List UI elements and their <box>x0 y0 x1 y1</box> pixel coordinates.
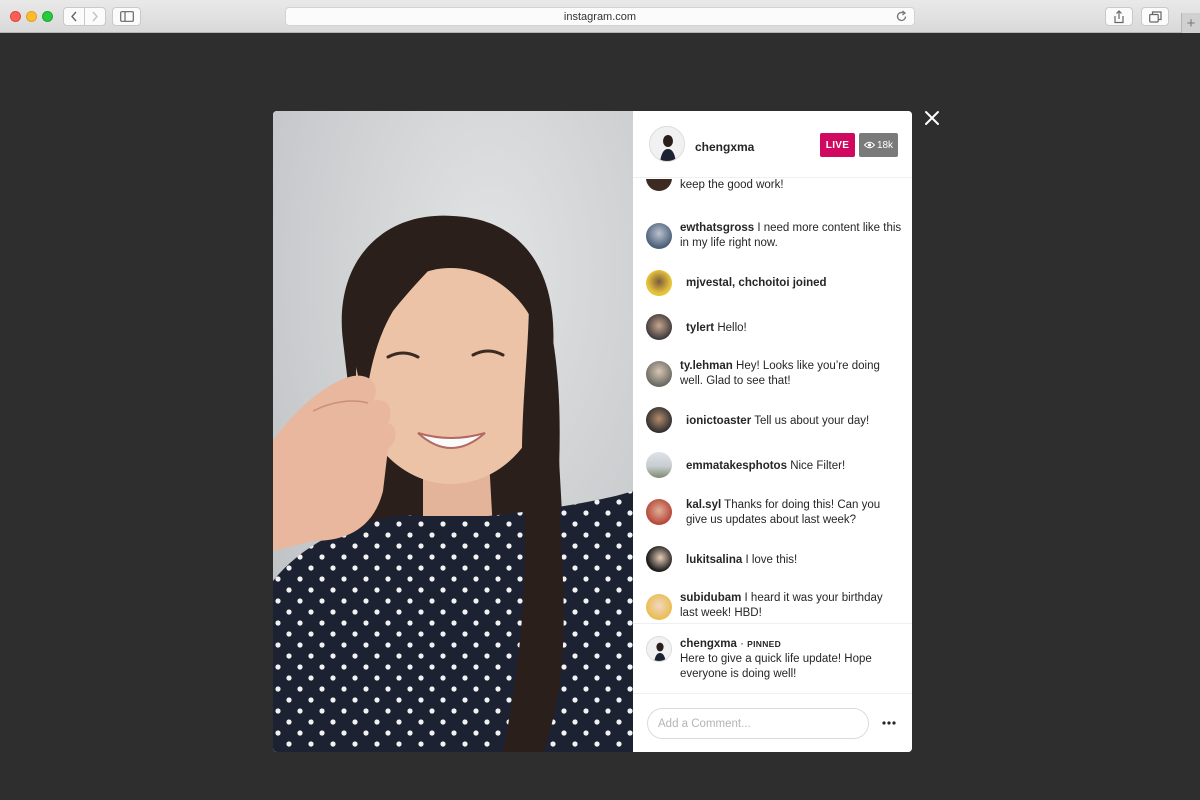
commenter-avatar[interactable] <box>646 546 672 572</box>
comment-text: keep the good work! <box>680 179 902 193</box>
pinned-label: PINNED <box>747 639 782 649</box>
commenter-avatar[interactable] <box>646 314 672 340</box>
minimize-window-button[interactable] <box>26 11 37 22</box>
live-video-stream[interactable] <box>273 111 633 752</box>
viewer-count-badge: 18k <box>859 133 898 157</box>
joined-users[interactable]: mjvestal, chchoitoi joined <box>686 277 827 289</box>
sidebar-icon <box>119 11 134 22</box>
pinned-text: chengxma · PINNED Here to give a quick l… <box>680 637 902 682</box>
comment-body: Hello! <box>717 322 747 334</box>
reload-icon[interactable] <box>895 10 908 23</box>
comment-body: Nice Filter! <box>790 460 846 472</box>
commenter-avatar[interactable] <box>646 407 672 433</box>
comment-body: keep the good work! <box>680 179 784 191</box>
commenter-avatar[interactable] <box>646 594 672 620</box>
host-username[interactable]: chengxma <box>695 140 754 154</box>
new-tab-button[interactable]: + <box>1181 13 1200 33</box>
comment-text: lukitsalina I love this! <box>686 553 908 568</box>
comment-text: kal.syl Thanks for doing this! Can you g… <box>686 498 902 528</box>
pinned-avatar-image <box>647 637 671 661</box>
comment-body: Tell us about your day! <box>754 415 870 427</box>
more-options-icon[interactable] <box>881 718 897 728</box>
comment-text: subidubam I heard it was your birthday l… <box>680 591 902 621</box>
comment-username[interactable]: tylert <box>686 322 714 334</box>
plus-icon: + <box>1186 14 1196 32</box>
tabs-icon <box>1148 10 1162 23</box>
comment-username[interactable]: subidubam <box>680 592 741 604</box>
close-window-button[interactable] <box>10 11 21 22</box>
commenter-avatar[interactable] <box>646 179 672 191</box>
comment-username[interactable]: lukitsalina <box>686 554 742 566</box>
back-button[interactable] <box>63 7 85 26</box>
comment-text: ionictoaster Tell us about your day! <box>686 414 908 429</box>
share-icon <box>1114 9 1124 23</box>
pinned-body: Here to give a quick life update! Hope e… <box>680 653 872 680</box>
forward-button[interactable] <box>84 7 106 26</box>
comment-username[interactable]: ionictoaster <box>686 415 751 427</box>
join-text: mjvestal, chchoitoi joined <box>686 276 908 291</box>
sidebar-toggle-button[interactable] <box>112 7 141 26</box>
pinned-username[interactable]: chengxma <box>680 638 737 650</box>
comment-text: emmatakesphotos Nice Filter! <box>686 459 908 474</box>
host-avatar[interactable] <box>649 126 685 162</box>
comment-username[interactable]: ty.lehman <box>680 360 733 372</box>
joiner-avatar[interactable] <box>646 270 672 296</box>
browser-toolbar: instagram.com + <box>0 0 1200 33</box>
comment-username[interactable]: ewthatsgross <box>680 222 754 234</box>
viewer-count: 18k <box>876 139 894 151</box>
zoom-window-button[interactable] <box>42 11 53 22</box>
share-button[interactable] <box>1105 7 1133 26</box>
comment-username[interactable]: emmatakesphotos <box>686 460 787 472</box>
pinned-comment: chengxma · PINNED Here to give a quick l… <box>633 623 912 694</box>
close-icon[interactable] <box>922 108 942 128</box>
chevron-left-icon <box>71 11 77 22</box>
comment-item: keep the good work! <box>633 179 912 199</box>
tab-overview-button[interactable] <box>1141 7 1169 26</box>
url-text: instagram.com <box>563 10 637 23</box>
comment-body: I love this! <box>745 554 798 566</box>
comment-text: ewthatsgross I need more content like th… <box>680 221 902 251</box>
eye-icon <box>863 141 875 149</box>
comment-input[interactable] <box>647 708 869 739</box>
broadcaster-video-frame <box>273 111 633 752</box>
live-video-modal: chengxma LIVE 18k keep the good work! ew… <box>273 111 912 752</box>
commenter-avatar[interactable] <box>646 361 672 387</box>
live-label: LIVE <box>825 139 850 151</box>
comment-list[interactable]: keep the good work! ewthatsgross I need … <box>633 179 912 622</box>
pinned-separator: · <box>740 638 744 650</box>
pinned-avatar[interactable] <box>646 636 672 662</box>
chevron-right-icon <box>92 11 98 22</box>
live-badge: LIVE <box>820 133 855 157</box>
comment-username[interactable]: kal.syl <box>686 499 721 511</box>
host-avatar-image <box>650 127 684 161</box>
comment-text: tylert Hello! <box>686 321 908 336</box>
commenter-avatar[interactable] <box>646 223 672 249</box>
commenter-avatar[interactable] <box>646 499 672 525</box>
commenter-avatar[interactable] <box>646 452 672 478</box>
address-bar[interactable]: instagram.com <box>285 7 915 26</box>
comment-text: ty.lehman Hey! Looks like you’re doing w… <box>680 359 902 389</box>
live-header: chengxma LIVE 18k <box>633 111 912 178</box>
live-chat-panel: chengxma LIVE 18k keep the good work! ew… <box>633 111 912 752</box>
